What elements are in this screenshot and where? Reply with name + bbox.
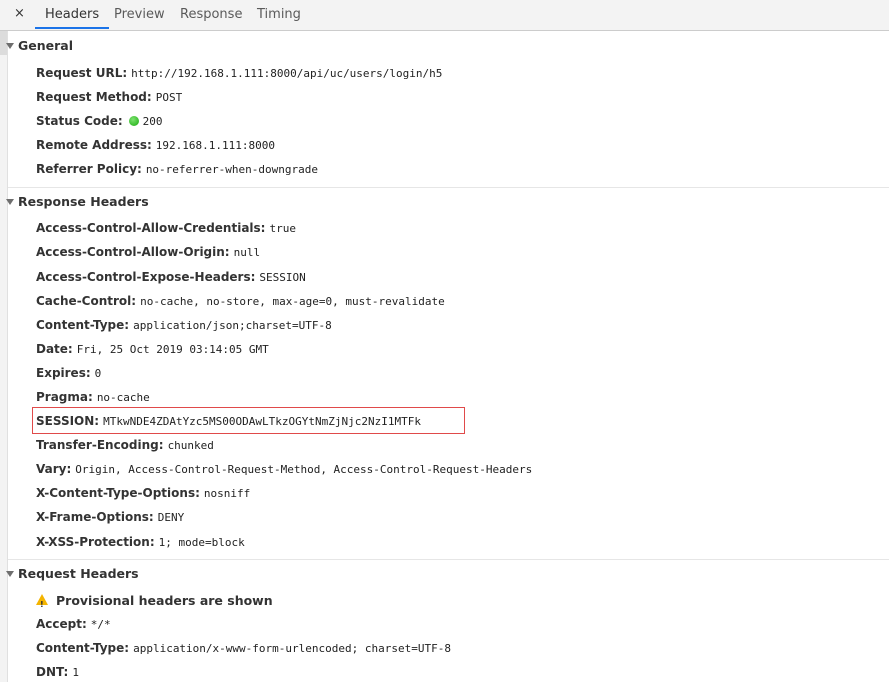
header-value: application/json;charset=UTF-8	[133, 319, 332, 332]
header-value: nosniff	[203, 487, 251, 500]
header-value: Fri, 25 Oct 2019 03:14:05 GMT	[76, 343, 269, 356]
tab-headers[interactable]: Headers	[35, 0, 110, 29]
left-gutter	[0, 31, 8, 682]
header-value: POST	[155, 91, 183, 104]
header-key: Content-Type:	[36, 318, 130, 332]
provisional-warning: Provisional headers are shown	[36, 591, 273, 615]
general-section-header[interactable]: General	[6, 36, 73, 56]
tab-timing[interactable]: Timing	[247, 0, 311, 29]
header-value: SESSION	[259, 271, 306, 284]
header-key: Request Method:	[36, 90, 152, 104]
header-row: Status Code: 200	[36, 111, 163, 131]
header-row-session: SESSION: MTkwNDE4ZDAtYzc5MS00ODAwLTkzOGYt…	[36, 411, 421, 431]
header-row: Accept: */*	[36, 614, 111, 634]
header-row: Access-Control-Allow-Credentials: true	[36, 218, 296, 238]
header-value: no-referrer-when-downgrade	[145, 163, 318, 176]
header-key: X-XSS-Protection:	[36, 535, 155, 549]
section-divider	[8, 187, 889, 188]
section-title: General	[18, 38, 73, 53]
header-key: X-Frame-Options:	[36, 510, 154, 524]
header-key: X-Content-Type-Options:	[36, 486, 200, 500]
header-key: SESSION:	[36, 414, 100, 428]
header-key: Remote Address:	[36, 138, 152, 152]
header-row: Transfer-Encoding: chunked	[36, 435, 214, 455]
expand-triangle-icon	[6, 198, 14, 205]
header-value: */*	[90, 618, 111, 631]
header-key: Transfer-Encoding:	[36, 438, 164, 452]
header-row: X-Content-Type-Options: nosniff	[36, 483, 250, 503]
header-value: true	[269, 222, 296, 235]
section-title: Request Headers	[18, 566, 139, 581]
header-row: Access-Control-Allow-Origin: null	[36, 242, 260, 262]
header-row: X-XSS-Protection: 1; mode=block	[36, 532, 245, 552]
header-row: Referrer Policy: no-referrer-when-downgra…	[36, 159, 318, 179]
tab-preview[interactable]: Preview	[104, 0, 175, 29]
tab-bar: × Headers Preview Response Timing	[0, 0, 889, 31]
header-row: Request URL: http://192.168.1.111:8000/ap…	[36, 63, 442, 83]
header-key: Content-Type:	[36, 641, 130, 655]
warning-text: Provisional headers are shown	[56, 593, 273, 608]
tab-response[interactable]: Response	[170, 0, 252, 29]
header-value: http://192.168.1.111:8000/api/uc/users/l…	[131, 67, 443, 80]
header-row: DNT: 1	[36, 662, 79, 682]
header-key: Cache-Control:	[36, 294, 137, 308]
header-row: Request Method: POST	[36, 87, 182, 107]
header-value: null	[233, 246, 261, 259]
header-key: Expires:	[36, 366, 91, 380]
expand-triangle-icon	[6, 42, 14, 49]
header-row: X-Frame-Options: DENY	[36, 507, 184, 527]
header-row: Expires: 0	[36, 363, 101, 383]
header-row: Content-Type: application/json;charset=UT…	[36, 315, 332, 335]
header-value: chunked	[167, 439, 214, 452]
header-key: Date:	[36, 342, 73, 356]
header-value: no-cache	[96, 391, 150, 404]
status-ok-icon	[128, 115, 139, 126]
header-key: Referrer Policy:	[36, 162, 142, 176]
expand-triangle-icon	[6, 570, 14, 577]
header-row: Pragma: no-cache	[36, 387, 150, 407]
header-row: Cache-Control: no-cache, no-store, max-ag…	[36, 291, 445, 311]
header-value: 1	[72, 666, 79, 679]
request-headers-section-header[interactable]: Request Headers	[6, 564, 139, 584]
warning-icon	[36, 594, 48, 615]
header-key: Pragma:	[36, 390, 93, 404]
header-value: no-cache, no-store, max-age=0, must-reva…	[140, 295, 445, 308]
header-key: Request URL:	[36, 66, 128, 80]
header-key: Accept:	[36, 617, 87, 631]
header-key: Vary:	[36, 462, 72, 476]
header-key: Status Code:	[36, 114, 123, 128]
header-row: Date: Fri, 25 Oct 2019 03:14:05 GMT	[36, 339, 269, 359]
header-value: 0	[94, 367, 102, 380]
header-key: Access-Control-Allow-Credentials:	[36, 221, 266, 235]
close-icon[interactable]: ×	[14, 6, 25, 21]
header-value: 200	[142, 115, 163, 128]
session-value: MTkwNDE4ZDAtYzc5MS00ODAwLTkzOGYtNmZjNjc2…	[103, 415, 421, 428]
header-value: Origin, Access-Control-Request-Method, A…	[75, 463, 533, 476]
section-divider	[8, 559, 889, 560]
header-key: Access-Control-Allow-Origin:	[36, 245, 230, 259]
header-value: application/x-www-form-urlencoded; chars…	[133, 642, 451, 655]
header-value: DENY	[157, 511, 185, 524]
header-key: Access-Control-Expose-Headers:	[36, 270, 256, 284]
header-value: 1; mode=block	[158, 536, 245, 549]
header-value: 192.168.1.111:8000	[155, 139, 276, 152]
response-headers-section-header[interactable]: Response Headers	[6, 192, 149, 212]
header-row: Access-Control-Expose-Headers: SESSION	[36, 267, 306, 287]
section-title: Response Headers	[18, 194, 149, 209]
header-row: Vary: Origin, Access-Control-Request-Meth…	[36, 459, 532, 479]
header-row: Content-Type: application/x-www-form-urle…	[36, 638, 451, 658]
header-key: DNT:	[36, 665, 69, 679]
header-row: Remote Address: 192.168.1.111:8000	[36, 135, 275, 155]
